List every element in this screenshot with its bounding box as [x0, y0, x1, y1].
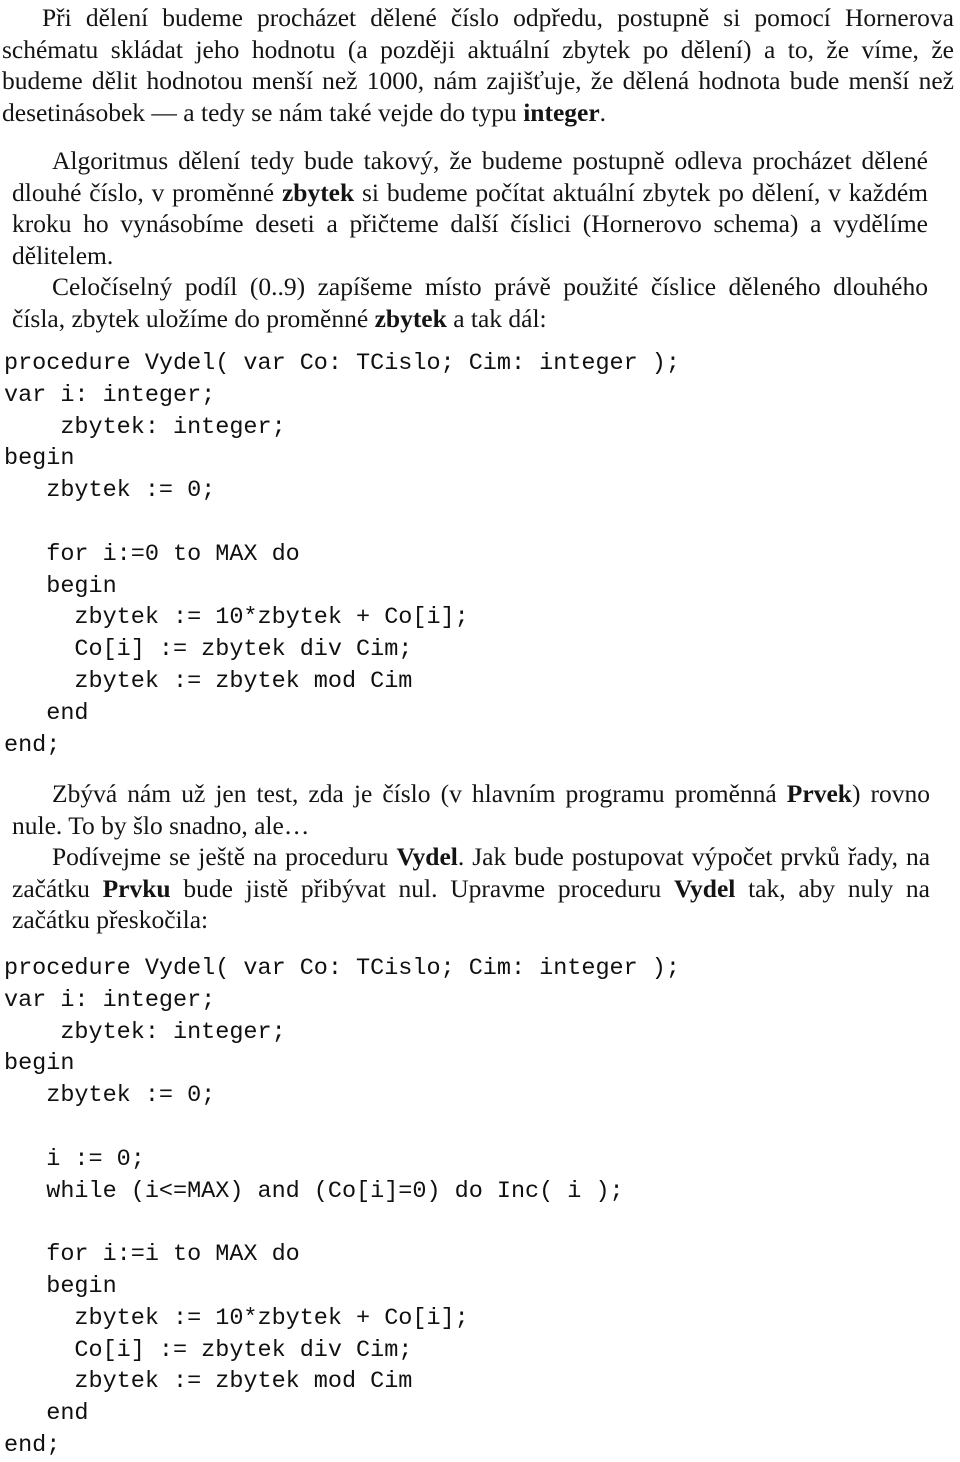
intro-bold-integer: integer — [523, 97, 600, 127]
zbyva-part1: Zbývá nám už jen test, zda je číslo (v h… — [52, 779, 787, 808]
podivejme-bold-vydel-1: Vydel — [396, 842, 458, 871]
paragraph-intro: Při dělení budeme procházet dělené číslo… — [2, 2, 954, 128]
celociselny-part2: a tak dál: — [446, 303, 547, 333]
zbyva-bold-prvek: Prvek — [786, 779, 852, 808]
paragraph-group-algorithm: Algoritmus dělení tedy bude takový, že b… — [12, 145, 928, 334]
code-block-vydel-version-1: procedure Vydel( var Co: TCislo; Cim: in… — [4, 350, 680, 759]
intro-tail-text: . — [599, 97, 607, 127]
podivejme-part3: bude jistě přibývat nul. Upravme procedu… — [170, 873, 674, 903]
paragraph-celociselny: Celočíselný podíl (0..9) zapíšeme místo … — [12, 271, 928, 334]
podivejme-bold-prvku: Prvku — [102, 873, 171, 903]
paragraph-intro-text: Při dělení budeme procházet dělené číslo… — [2, 2, 954, 128]
document-page: Při dělení budeme procházet dělené číslo… — [0, 0, 960, 1459]
paragraph-podivejme: Podívejme se ještě na proceduru Vydel. J… — [12, 841, 930, 936]
algoritmus-bold-zbytek: zbytek — [281, 177, 355, 207]
celociselny-bold-zbytek: zbytek — [374, 303, 447, 333]
podivejme-bold-vydel-2: Vydel — [673, 873, 736, 903]
paragraph-algoritmus: Algoritmus dělení tedy bude takový, že b… — [12, 145, 928, 271]
paragraph-group-remaining: Zbývá nám už jen test, zda je číslo (v h… — [12, 778, 930, 936]
podivejme-part1: Podívejme se ještě na proceduru — [52, 842, 397, 871]
intro-lead-text: Při dělení budeme procházet dělené číslo… — [2, 3, 954, 127]
code-block-vydel-version-2: procedure Vydel( var Co: TCislo; Cim: in… — [4, 955, 680, 1459]
paragraph-zbyva: Zbývá nám už jen test, zda je číslo (v h… — [12, 778, 930, 841]
